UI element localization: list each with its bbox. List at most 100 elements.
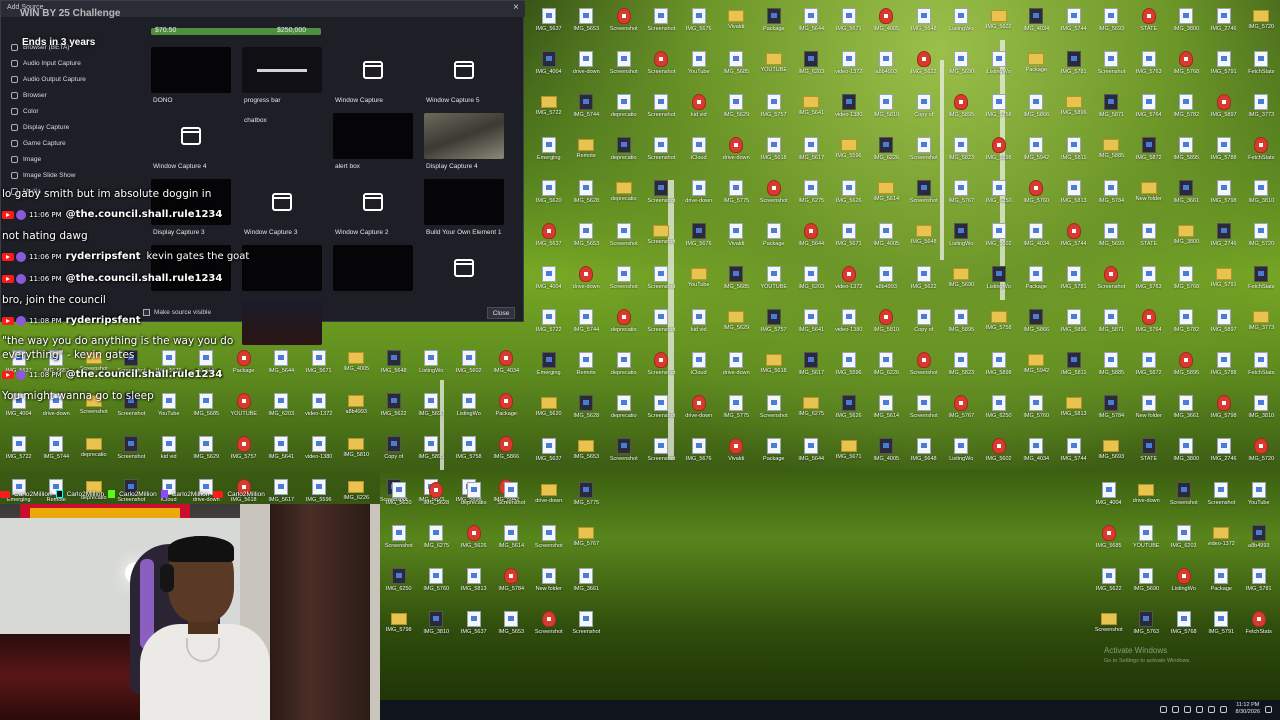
desktop-icon[interactable]: a8b4993 [868,47,906,90]
desktop-icon[interactable]: IMG_5722 [530,90,568,133]
desktop-icon[interactable]: Package [755,434,793,477]
desktop-icon[interactable]: ListingWo [980,262,1018,305]
desktop-icon[interactable]: IMG_5690 [413,389,451,432]
desktop-icon[interactable]: IMG_3810 [1243,391,1280,434]
desktop-icon[interactable]: IMG_3800 [1168,219,1206,262]
desktop-icon[interactable]: IMG_5866 [1018,90,1056,133]
desktop-icon[interactable]: a8b4993 [338,389,376,432]
desktop-icon[interactable]: IMG_6203 [793,47,831,90]
desktop-icon[interactable]: IMG_5628 [568,391,606,434]
desktop-icon[interactable]: Package [755,219,793,262]
desktop-icon[interactable]: Screenshot [530,521,568,564]
desktop-icon[interactable]: YouTube [150,389,188,432]
desktop-icon[interactable]: drive-down [718,348,756,391]
source-tile[interactable] [238,245,328,311]
desktop-icon[interactable]: kid vid [150,432,188,475]
desktop-icon[interactable]: IMG_3661 [568,564,606,607]
desktop-icon[interactable]: IMG_5637 [455,607,493,650]
desktop-icon[interactable]: iCloud [680,348,718,391]
desktop-icon[interactable]: Vivaldi [718,4,756,47]
desktop-icon[interactable]: IMG_5641 [793,90,831,133]
desktop-icon[interactable]: Screenshot [643,4,681,47]
desktop-icon[interactable]: Screenshot [905,391,943,434]
desktop-icon[interactable]: IMG_6250 [980,391,1018,434]
volume-icon[interactable] [1183,705,1191,713]
desktop-icon[interactable]: Screenshot [113,432,151,475]
desktop-icon[interactable]: IMG_5676 [680,4,718,47]
desktop-icon[interactable]: IMG_3810 [1243,176,1280,219]
desktop-icon[interactable]: IMG_5685 [718,47,756,90]
desktop-icon[interactable]: IMG_3661 [1168,391,1206,434]
desktop-icon[interactable]: IMG_2746 [1205,219,1243,262]
desktop-icon[interactable]: IMG_5896 [1055,305,1093,348]
close-icon[interactable]: × [513,2,519,13]
desktop-icon[interactable]: IMG_5671 [830,434,868,477]
desktop-icon[interactable]: IMG_5722 [530,305,568,348]
desktop-icon[interactable]: IMG_5671 [300,346,338,389]
desktop-icon[interactable]: IMG_5781 [1240,564,1278,607]
source-tile[interactable]: Window Capture 3 [238,179,328,245]
desktop-icon[interactable]: Screenshot [905,133,943,176]
desktop-icon[interactable]: IMG_5895 [1168,348,1206,391]
desktop-icon[interactable]: IMG_5614 [868,391,906,434]
desktop-icon[interactable]: IMG_5788 [1205,133,1243,176]
source-tile[interactable]: DONO [147,47,237,113]
battery-icon[interactable] [1195,705,1203,713]
desktop-icon[interactable]: IMG_5895 [943,305,981,348]
desktop-icon[interactable]: YouTube [680,262,718,305]
source-tile[interactable]: Window Capture 2 [329,179,419,245]
desktop-icon[interactable]: video-1380 [300,432,338,475]
desktop-icon[interactable]: IMG_5810 [338,432,376,475]
desktop-icon[interactable]: IMG_5626 [830,391,868,434]
desktop-icon[interactable]: IMG_5685 [718,262,756,305]
desktop-icon[interactable]: IMG_5813 [455,564,493,607]
desktop-icon[interactable]: STATE [1130,219,1168,262]
desktop-icon[interactable]: IMG_5620 [530,391,568,434]
desktop-icon[interactable]: IMG_5811 [1055,348,1093,391]
desktop-icon[interactable]: IMG_5757 [225,432,263,475]
desktop-icon[interactable]: Screenshot [493,478,531,521]
desktop-icon[interactable]: IMG_6250 [980,176,1018,219]
desktop-icon[interactable]: IMG_5720 [1243,434,1280,477]
source-type-item[interactable]: Image Slide Show [5,167,133,183]
desktop-icon[interactable]: IMG_5781 [1055,262,1093,305]
desktop-icon[interactable]: FetchStats [1243,348,1280,391]
make-visible-checkbox[interactable] [143,309,150,316]
desktop-icon[interactable]: IMG_5614 [868,176,906,219]
desktop-icon[interactable]: ListingWo [1165,564,1203,607]
desktop-icon[interactable]: IMG_5757 [755,90,793,133]
source-type-item[interactable]: Game Capture [5,135,133,151]
desktop-icon[interactable]: IMG_5720 [1243,219,1280,262]
desktop-icon[interactable]: IMG_6275 [793,176,831,219]
desktop-icon[interactable]: IMG_5763 [1128,607,1166,650]
desktop-icon[interactable]: IMG_5781 [1055,47,1093,90]
desktop-icon[interactable]: IMG_5744 [568,90,606,133]
desktop-icon[interactable]: IMG_5791 [1203,607,1241,650]
desktop-icon[interactable]: IMG_4005 [868,4,906,47]
desktop-icon[interactable]: IMG_5775 [718,176,756,219]
source-tile[interactable]: alert box [329,113,419,179]
desktop-icon[interactable]: IMG_5810 [868,305,906,348]
desktop-icon[interactable]: FetchStats [1243,47,1280,90]
desktop-icon[interactable]: drive-down [568,262,606,305]
desktop-icon[interactable]: IMG_5637 [530,4,568,47]
desktop-icon[interactable]: IMG_6203 [793,262,831,305]
desktop-icon[interactable]: IMG_4034 [488,346,526,389]
desktop-icon[interactable]: Screenshot [530,607,568,650]
desktop-icon[interactable]: deprecatio [605,90,643,133]
desktop-icon[interactable]: Remote [568,348,606,391]
desktop-icon[interactable]: IMG_5676 [680,219,718,262]
desktop-icon[interactable]: IMG_5602 [980,4,1018,47]
desktop-icon[interactable]: IMG_5653 [568,4,606,47]
desktop-icon[interactable]: kid vid [680,90,718,133]
desktop-icon[interactable]: IMG_5942 [1018,348,1056,391]
desktop-icon[interactable]: YouTube [1240,478,1278,521]
desktop-icon[interactable]: deprecatio [605,391,643,434]
desktop-icon[interactable]: IMG_5685 [1090,521,1128,564]
desktop-icon[interactable]: IMG_3773 [1243,305,1280,348]
desktop-icon[interactable]: IMG_5602 [450,346,488,389]
desktop-icon[interactable]: kid vid [680,305,718,348]
desktop-icon[interactable]: Package [225,346,263,389]
desktop-icon[interactable]: IMG_5760 [1018,391,1056,434]
desktop-icon[interactable]: Screenshot [643,90,681,133]
